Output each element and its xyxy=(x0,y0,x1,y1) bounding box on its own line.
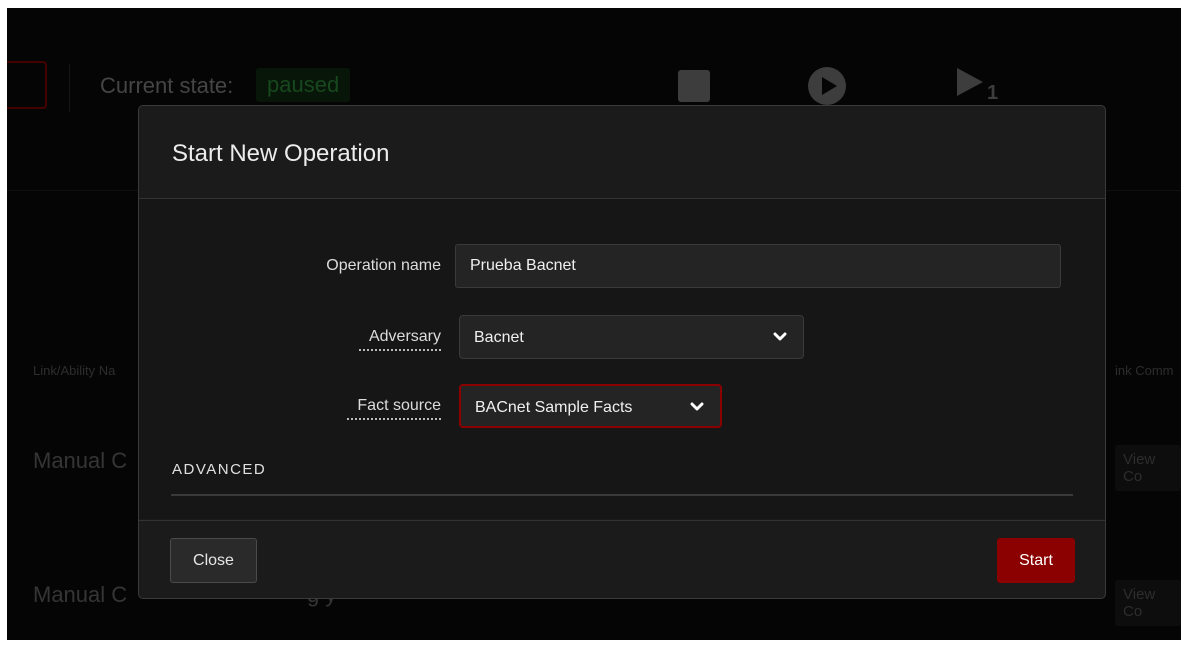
fact-source-selected-value: BACnet Sample Facts xyxy=(475,399,633,416)
app-frame: Current state: paused 1 Link/Ability Na … xyxy=(7,8,1181,640)
start-button[interactable]: Start xyxy=(997,538,1075,583)
close-button[interactable]: Close xyxy=(170,538,257,583)
fact-source-label: Fact source xyxy=(347,397,441,420)
chevron-down-icon xyxy=(773,332,787,341)
adversary-select[interactable]: Bacnet xyxy=(459,315,804,359)
modal-header: Start New Operation xyxy=(139,106,1105,199)
start-operation-modal: Start New Operation Operation name Adver… xyxy=(138,105,1106,599)
advanced-divider xyxy=(171,494,1073,496)
adversary-selected-value: Bacnet xyxy=(474,329,524,346)
modal-title: Start New Operation xyxy=(172,140,390,167)
advanced-section-toggle[interactable]: ADVANCED xyxy=(172,461,266,478)
modal-body: Operation name Adversary Bacnet Fact sou… xyxy=(139,199,1105,519)
fact-source-select[interactable]: BACnet Sample Facts xyxy=(459,384,722,428)
operation-name-input[interactable] xyxy=(455,244,1061,288)
modal-footer: Close Start xyxy=(139,520,1105,598)
adversary-label: Adversary xyxy=(359,328,441,351)
operation-name-label: Operation name xyxy=(326,257,441,274)
chevron-down-icon xyxy=(690,402,704,411)
